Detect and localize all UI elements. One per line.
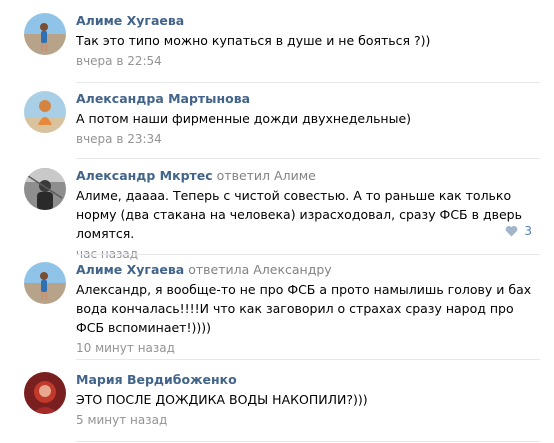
avatar[interactable] — [24, 168, 66, 210]
comment-item: Александра Мартынова А потом наши фирмен… — [0, 91, 554, 151]
comment-text: ЭТО ПОСЛЕ ДОЖДИКА ВОДЫ НАКОПИЛИ?))) — [76, 392, 368, 407]
comment-timestamp[interactable]: 10 минут назад — [76, 340, 540, 356]
divider — [76, 82, 540, 83]
avatar[interactable] — [24, 13, 66, 55]
comment-item: Александр Мкртес ответил Алиме Алиме, да… — [0, 168, 554, 261]
divider — [76, 254, 540, 255]
avatar[interactable] — [24, 372, 66, 414]
avatar-image — [24, 168, 66, 210]
avatar[interactable] — [24, 262, 66, 304]
author-name[interactable]: Мария Вердибоженко — [76, 372, 237, 387]
author-name[interactable]: Алиме Хугаева — [76, 262, 184, 277]
author-name[interactable]: Александра Мартынова — [76, 91, 250, 106]
divider — [76, 158, 540, 159]
comment-text: Так это типо можно купаться в душе и не … — [76, 33, 431, 48]
divider — [76, 441, 540, 442]
like-button[interactable]: 3 — [505, 224, 532, 238]
reply-label: ответила — [188, 262, 250, 277]
avatar-image — [24, 91, 66, 133]
reply-target-link[interactable]: Алиме — [274, 168, 316, 183]
heart-icon — [506, 225, 518, 237]
avatar-image — [24, 262, 66, 304]
avatar-image — [24, 13, 66, 55]
comment-item: Алиме Хугаева ответила Александру Алекса… — [0, 262, 554, 355]
comment-timestamp[interactable]: вчера в 22:54 — [76, 53, 540, 69]
avatar[interactable] — [24, 91, 66, 133]
comment-timestamp[interactable]: вчера в 23:34 — [76, 131, 540, 147]
like-count: 3 — [524, 224, 532, 238]
divider — [76, 359, 540, 360]
author-name[interactable]: Александр Мкртес — [76, 168, 213, 183]
reply-target-link[interactable]: Александру — [253, 262, 331, 277]
author-name[interactable]: Алиме Хугаева — [76, 13, 184, 28]
comments-list: Алиме Хугаева Так это типо можно купатьс… — [0, 0, 554, 443]
reply-label: ответил — [216, 168, 271, 183]
comment-text: Алиме, даааа. Теперь с чистой совестью. … — [76, 188, 522, 241]
comment-text: А потом наши фирменные дожди двухнедельн… — [76, 111, 412, 126]
avatar-image — [24, 372, 66, 414]
comment-text: Александр, я вообще-то не про ФСБ а прот… — [76, 282, 532, 335]
comment-item: Алиме Хугаева Так это типо можно купатьс… — [0, 13, 554, 73]
comment-timestamp[interactable]: 5 минут назад — [76, 412, 540, 428]
comment-item: Мария Вердибоженко ЭТО ПОСЛЕ ДОЖДИКА ВОД… — [0, 372, 554, 432]
